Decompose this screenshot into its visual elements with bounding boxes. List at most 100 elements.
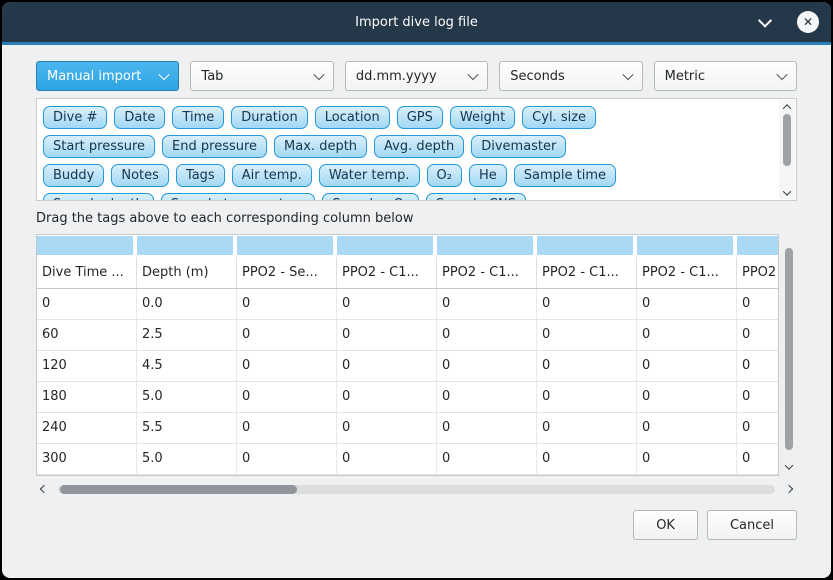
column-header: PPO2 - C1...	[537, 257, 637, 288]
table-cell: 0	[637, 351, 737, 381]
drag-tag[interactable]: O₂	[427, 164, 462, 187]
chevron-down-icon	[159, 69, 170, 80]
drag-tag[interactable]: Cyl. size	[522, 106, 596, 129]
table-cell: 0	[437, 289, 537, 319]
drop-target-cell[interactable]	[437, 236, 533, 255]
drag-tag[interactable]: Duration	[231, 106, 307, 129]
table-vertical-scrollbar[interactable]	[781, 234, 797, 476]
button-row: OK Cancel	[36, 510, 797, 540]
chevron-down-icon	[622, 69, 633, 80]
import-dialog: Import dive log file ✕ Manual import Tab d…	[2, 2, 831, 578]
drop-target-cell[interactable]	[737, 236, 779, 255]
drag-tag[interactable]: Max. depth	[274, 135, 367, 158]
window-title: Import dive log file	[355, 15, 478, 30]
cancel-button[interactable]: Cancel	[707, 510, 797, 540]
table-row: 602.5000000	[37, 320, 778, 351]
drag-tag[interactable]: Sample pO₂	[322, 193, 419, 200]
column-header: Depth (m)	[137, 257, 237, 288]
drag-tag[interactable]: Weight	[450, 106, 515, 129]
tag-list: Dive # Date Time Duration Location GPS Weight C…	[37, 99, 796, 200]
chevron-down-icon	[758, 14, 772, 28]
drop-target-cell[interactable]	[637, 236, 733, 255]
table-cell: 0	[337, 320, 437, 350]
column-header: Dive Time ...	[37, 257, 137, 288]
drop-target-cell[interactable]	[237, 236, 333, 255]
table-cell: 4.5	[137, 351, 237, 381]
drag-tag[interactable]: He	[469, 164, 507, 187]
drag-tag[interactable]: Date	[114, 106, 165, 129]
drag-tag[interactable]: Buddy	[43, 164, 104, 187]
combo-value: dd.mm.yyyy	[356, 69, 437, 84]
table-cell: 0	[437, 320, 537, 350]
table-cell: 0	[737, 351, 779, 381]
table-cell: 0	[437, 444, 537, 474]
scroll-up-icon[interactable]	[779, 100, 795, 113]
drop-target-cell[interactable]	[37, 236, 133, 255]
drop-target-cell[interactable]	[137, 236, 233, 255]
drag-tag[interactable]: Location	[315, 106, 390, 129]
drag-tag[interactable]: Dive #	[43, 106, 107, 129]
chevron-down-icon	[776, 69, 787, 80]
drag-tag[interactable]: Tags	[176, 164, 225, 187]
combo-date-format[interactable]: dd.mm.yyyy	[345, 61, 488, 91]
close-button[interactable]: ✕	[797, 11, 819, 33]
scrollbar-thumb[interactable]	[783, 114, 791, 166]
drag-tag[interactable]: Sample depth	[43, 193, 154, 200]
drag-tag[interactable]: Notes	[111, 164, 169, 187]
drag-tag[interactable]: End pressure	[162, 135, 267, 158]
scroll-down-icon[interactable]	[781, 460, 797, 473]
combo-field-separator[interactable]: Tab	[190, 61, 333, 91]
drag-tag[interactable]: Sample temperature	[161, 193, 316, 200]
drag-tag[interactable]: Divemaster	[471, 135, 566, 158]
table-cell: 0	[337, 289, 437, 319]
scroll-down-icon[interactable]	[779, 186, 795, 199]
table-cell: 0	[537, 320, 637, 350]
drag-instruction: Drag the tags above to each correspondin…	[36, 211, 797, 226]
drag-tag[interactable]: Sample time	[514, 164, 616, 187]
table-horizontal-scrollbar[interactable]	[36, 482, 797, 496]
scrollbar-thumb[interactable]	[785, 248, 793, 450]
drop-target-cell[interactable]	[337, 236, 433, 255]
drag-tag[interactable]: GPS	[397, 106, 443, 129]
combo-units[interactable]: Metric	[654, 61, 797, 91]
drag-tag[interactable]: Time	[172, 106, 224, 129]
column-header: PPO2 - C1...	[337, 257, 437, 288]
drag-tag[interactable]: Air temp.	[232, 164, 312, 187]
table-cell: 0	[237, 351, 337, 381]
table-cell: 0	[237, 413, 337, 443]
table-cell: 300	[37, 444, 137, 474]
drop-target-row	[37, 235, 778, 257]
tag-panel: Dive # Date Time Duration Location GPS Weight C…	[36, 98, 797, 201]
table-cell: 0	[637, 320, 737, 350]
drag-tag[interactable]: Water temp.	[319, 164, 420, 187]
table-cell: 5.0	[137, 382, 237, 412]
column-header: PPO2 - C1...	[737, 257, 779, 288]
tag-row: Sample depth Sample temperature Sample pO₂…	[43, 193, 772, 200]
table-cell: 0	[437, 413, 537, 443]
ok-button[interactable]: OK	[633, 510, 698, 540]
scrollbar-thumb[interactable]	[60, 485, 297, 494]
table-cell: 0	[737, 444, 779, 474]
drag-tag[interactable]: Avg. depth	[374, 135, 464, 158]
table-row: 1805.0000000	[37, 382, 778, 413]
shade-button[interactable]	[755, 12, 775, 32]
table-cell: 0	[537, 289, 637, 319]
table-cell: 0	[737, 413, 779, 443]
drag-tag[interactable]: Start pressure	[43, 135, 155, 158]
table-cell: 60	[37, 320, 137, 350]
table-cell: 0	[337, 413, 437, 443]
drop-target-cell[interactable]	[537, 236, 633, 255]
scroll-left-icon[interactable]	[38, 483, 50, 496]
column-header: PPO2 - Se...	[237, 257, 337, 288]
combo-value: Seconds	[510, 69, 565, 84]
combo-time-format[interactable]: Seconds	[499, 61, 642, 91]
tag-panel-scrollbar[interactable]	[779, 100, 795, 199]
combo-value: Metric	[665, 69, 705, 84]
scroll-right-icon[interactable]	[783, 483, 795, 496]
table-row: 3005.0000000	[37, 444, 778, 475]
table-cell: 120	[37, 351, 137, 381]
close-icon: ✕	[803, 15, 813, 29]
scrollbar-track[interactable]	[58, 485, 775, 494]
combo-import-type[interactable]: Manual import	[36, 61, 179, 91]
drag-tag[interactable]: Sample CNS	[426, 193, 526, 200]
